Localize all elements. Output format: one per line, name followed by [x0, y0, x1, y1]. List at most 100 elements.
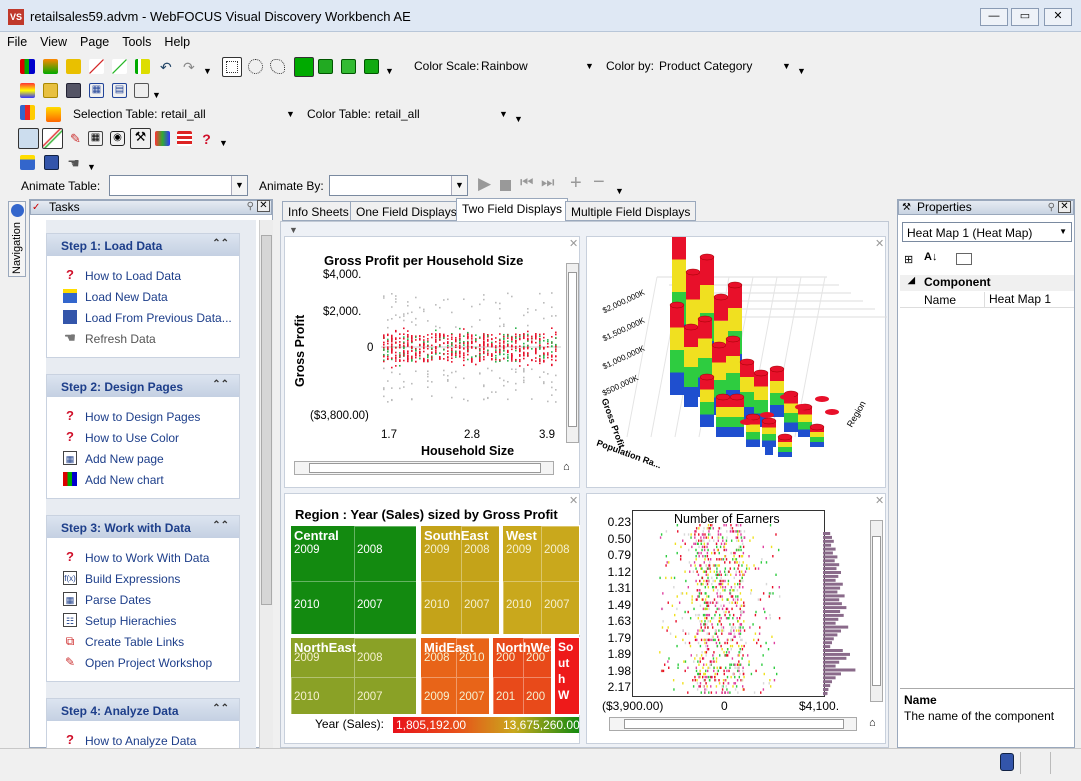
close-icon[interactable]: ✕	[569, 494, 578, 507]
component-select[interactable]: Heat Map 1 (Heat Map) ▼	[902, 222, 1072, 242]
tools-dropdown-icon[interactable]: ▼	[219, 138, 228, 148]
intersect-select-icon[interactable]	[364, 59, 379, 74]
property-category[interactable]: ◢ Component	[900, 275, 1074, 291]
rewind-icon[interactable]: ⏮	[520, 174, 534, 191]
scroll-thumb[interactable]	[624, 719, 844, 729]
bar-chart-icon[interactable]	[20, 59, 35, 74]
step-header[interactable]: Step 1: Load Data ⌃⌃	[47, 234, 239, 256]
save-icon[interactable]	[66, 83, 81, 98]
layout-dropdown-icon[interactable]: ▼	[152, 90, 161, 100]
animate-table-select[interactable]: ▼	[109, 175, 248, 196]
load-icon[interactable]	[20, 155, 35, 170]
book-icon[interactable]	[44, 155, 59, 170]
tab-two-field-displays[interactable]: Two Field Displays	[456, 198, 569, 222]
task-load-new-data[interactable]: Load New Data	[47, 285, 239, 306]
misc-dropdown-icon[interactable]: ▼	[87, 162, 96, 172]
rect-select-icon[interactable]	[222, 57, 242, 77]
heatmap-region[interactable]: 2009 2008 2010 2007 Central	[290, 525, 417, 635]
pin-icon[interactable]: ⚲	[247, 200, 254, 213]
menu-tools[interactable]: Tools	[115, 32, 157, 49]
task-setup-hierarchies[interactable]: ☷ Setup Hierachies	[47, 609, 239, 630]
tab-one-field-displays[interactable]: One Field Displays	[350, 201, 463, 221]
minus-icon[interactable]: −	[593, 171, 605, 194]
scatter-chart-panel[interactable]: ✕ Gross Profit per Household Size Gross …	[284, 236, 580, 488]
selection-table-value[interactable]: retail_all	[161, 107, 206, 121]
collapse-icon[interactable]: ⌃⌃	[212, 703, 229, 714]
strip-plot-area[interactable]	[633, 524, 868, 696]
scatter-hscroll[interactable]	[294, 461, 554, 475]
heatmap-chart-panel[interactable]: ✕ Region : Year (Sales) sized by Gross P…	[284, 493, 580, 744]
navigation-side-tab[interactable]: Navigation	[8, 201, 26, 277]
selection-table-dropdown-icon[interactable]: ▼	[286, 109, 295, 119]
heatmap-region[interactable]: 2009 2008 2010 2007 SouthEast	[420, 525, 500, 635]
task-create-table-links[interactable]: ⧉ Create Table Links	[47, 630, 239, 651]
step-header[interactable]: Step 4: Analyze Data ⌃⌃	[47, 699, 239, 721]
color-table-value[interactable]: retail_all	[375, 107, 420, 121]
redo-icon[interactable]: ↷	[183, 59, 198, 75]
stacked-bar-icon[interactable]	[43, 59, 58, 74]
table-icon[interactable]: ▦	[89, 83, 104, 98]
task-how-to-use-color[interactable]: ? How to Use Color	[47, 426, 239, 447]
task-parse-dates[interactable]: ▦ Parse Dates	[47, 588, 239, 609]
navigate-tool-icon[interactable]	[18, 128, 39, 149]
stop-icon[interactable]	[500, 180, 511, 191]
collapse-icon[interactable]: ⌃⌃	[212, 520, 229, 531]
pin-icon[interactable]: ⚲	[1048, 201, 1055, 214]
task-load-previous-data[interactable]: Load From Previous Data...	[47, 306, 239, 327]
task-how-to-analyze-data[interactable]: ? How to Analyze Data	[47, 729, 239, 750]
tab-multiple-field-displays[interactable]: Multiple Field Displays	[565, 201, 697, 221]
scatter-vscroll[interactable]	[566, 263, 579, 443]
home-icon[interactable]: ⌂	[869, 717, 883, 731]
color-by-more-icon[interactable]: ▼	[797, 66, 806, 76]
help-icon[interactable]: ?	[199, 131, 214, 147]
strip-hscroll[interactable]	[609, 717, 857, 731]
replace-select-icon[interactable]	[294, 57, 314, 77]
color-palette-icon[interactable]	[20, 83, 35, 98]
task-add-new-page[interactable]: ▦ Add New page	[47, 447, 239, 468]
area-chart-icon[interactable]	[112, 59, 127, 74]
property-value[interactable]: Heat Map 1	[984, 292, 1074, 308]
step-header[interactable]: Step 3: Work with Data ⌃⌃	[47, 516, 239, 538]
list-icon[interactable]	[177, 131, 192, 146]
grid-icon[interactable]: ▦	[88, 131, 103, 146]
heatmap-region[interactable]: 2009 2008 2010 2007 West	[502, 525, 580, 635]
home-icon[interactable]: ⌂	[563, 461, 577, 475]
strip-vscroll[interactable]	[870, 520, 883, 702]
menu-page[interactable]: Page	[73, 32, 115, 49]
task-how-to-design-pages[interactable]: ? How to Design Pages	[47, 405, 239, 426]
tasks-scrollbar[interactable]	[259, 220, 273, 748]
open-folder-icon[interactable]	[43, 83, 58, 98]
settings-tools-icon[interactable]: ⚒	[130, 128, 151, 149]
task-open-project-workshop[interactable]: ✎ Open Project Workshop	[47, 651, 239, 672]
heatmap-region[interactable]: 2009 2008 2010 2007 NorthEast	[290, 637, 417, 715]
play-icon[interactable]: ▶	[478, 174, 491, 194]
scroll-thumb[interactable]	[872, 536, 881, 686]
lasso-select-icon[interactable]	[270, 59, 285, 74]
close-icon[interactable]: ✕	[257, 200, 270, 212]
categorized-icon[interactable]: ⊞	[904, 253, 913, 266]
property-pages-icon[interactable]	[956, 253, 972, 265]
property-row-name[interactable]: Name Heat Map 1	[900, 292, 1074, 308]
heatmap-region[interactable]: 200200201200NorthWest	[492, 637, 552, 715]
task-build-expressions[interactable]: f(x) Build Expressions	[47, 567, 239, 588]
maximize-button[interactable]: ▭	[1011, 8, 1039, 26]
scroll-thumb[interactable]	[261, 235, 272, 605]
close-window-button[interactable]: ✕	[1044, 8, 1072, 26]
color-by-value[interactable]: Product Category	[659, 59, 752, 73]
close-icon[interactable]: ✕	[875, 494, 884, 507]
minimize-button[interactable]: —	[980, 8, 1008, 26]
step-header[interactable]: Step 2: Design Pages ⌃⌃	[47, 375, 239, 397]
heatmap-region[interactable]: 2008 2010 2009 2007 MidEast	[420, 637, 490, 715]
heatmap-area[interactable]: 2009 2008 2010 2007 Central 2009 2008 2010 2007 S…	[290, 525, 580, 715]
close-icon[interactable]: ✕	[1058, 201, 1071, 213]
color-scale-dropdown-icon[interactable]: ▼	[585, 61, 594, 71]
fast-forward-icon[interactable]: ⏭	[541, 174, 555, 191]
scatter-plot-area[interactable]	[381, 275, 561, 425]
camera-icon[interactable]: ◉	[110, 131, 125, 146]
ellipse-select-icon[interactable]	[248, 59, 263, 74]
scroll-thumb[interactable]	[568, 272, 577, 427]
brush-tool-icon[interactable]	[42, 128, 63, 149]
page-menu-icon[interactable]: ▼	[289, 225, 298, 235]
close-icon[interactable]: ✕	[569, 237, 578, 250]
task-add-new-chart[interactable]: Add New chart	[47, 468, 239, 489]
